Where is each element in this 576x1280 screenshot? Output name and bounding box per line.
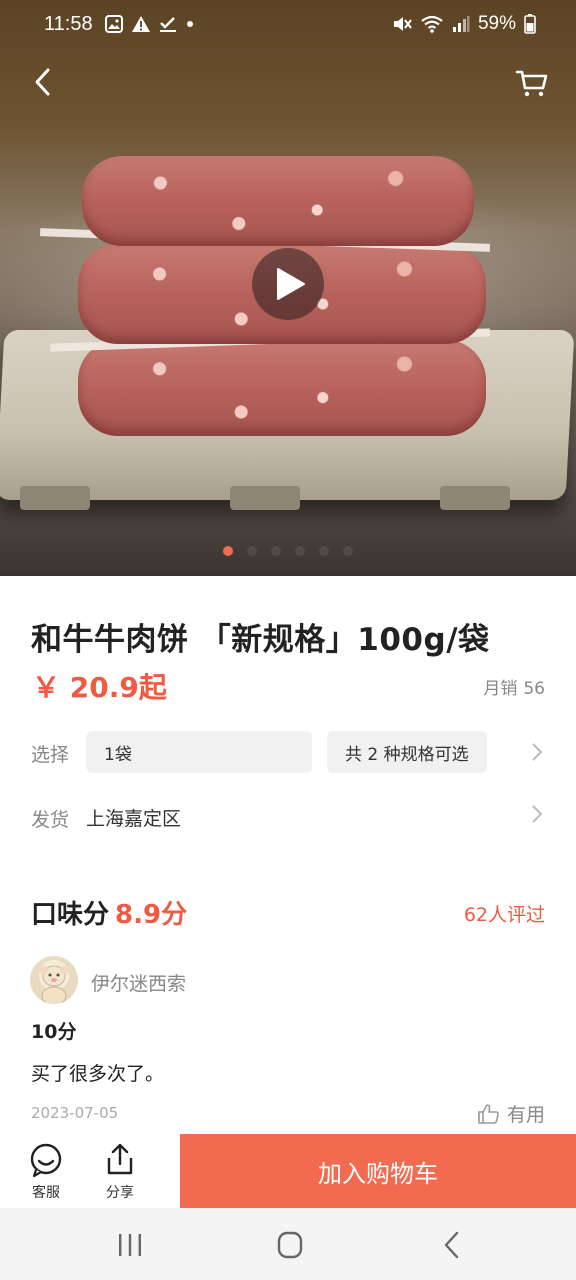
reviewer-name: 伊尔迷西索 <box>91 973 187 995</box>
system-nav-bar <box>0 1208 576 1280</box>
carousel-dot <box>271 546 281 556</box>
more-dot-icon <box>186 21 193 27</box>
play-video-button[interactable] <box>252 248 324 320</box>
plate-foot <box>440 486 510 510</box>
select-label: 选择 <box>31 744 70 766</box>
monthly-sales-value: 56 <box>523 679 545 699</box>
product-title: 和牛牛肉饼 「新规格」100g/袋 <box>31 622 490 658</box>
monthly-sales-label: 月销 <box>483 679 518 699</box>
review-score: 10分 <box>31 1021 77 1043</box>
thumbs-up-icon <box>478 1103 499 1124</box>
play-icon <box>277 268 305 300</box>
carousel-dot <box>319 546 329 556</box>
warning-icon <box>131 16 150 32</box>
carousel-dot <box>247 546 257 556</box>
plate-foot <box>230 486 300 510</box>
share-label: 分享 <box>106 1185 134 1201</box>
gallery-icon <box>104 15 123 33</box>
signal-icon <box>452 16 470 32</box>
back-nav-icon[interactable] <box>432 1228 472 1262</box>
patty-top <box>82 156 474 246</box>
ship-from-value[interactable]: 上海嘉定区 <box>86 804 181 831</box>
status-bar: 11:58 59% <box>0 0 576 48</box>
review-count-link[interactable]: 62人评过 <box>464 900 545 927</box>
chevron-right-icon[interactable] <box>530 803 544 825</box>
back-button[interactable] <box>26 62 62 102</box>
review-date: 2023-07-05 <box>31 1104 119 1122</box>
home-icon[interactable] <box>270 1228 310 1262</box>
cart-button[interactable] <box>514 62 550 102</box>
customer-service-button[interactable]: 客服 <box>16 1134 76 1208</box>
product-image[interactable] <box>0 0 576 576</box>
recent-apps-icon[interactable] <box>110 1228 150 1262</box>
useful-label: 有用 <box>506 1104 545 1126</box>
taste-score-heading: 口味分 8.9分 <box>31 894 187 931</box>
avatar[interactable] <box>30 956 78 1004</box>
wifi-icon <box>421 15 443 33</box>
plate-foot <box>20 486 90 510</box>
taste-label: 口味分 <box>31 900 110 930</box>
product-price: ￥ 20.9起 <box>32 671 167 704</box>
bottom-action-bar: 客服 分享 加入购物车 <box>0 1134 576 1208</box>
review-text: 买了很多次了。 <box>31 1063 165 1085</box>
task-done-icon <box>159 17 176 32</box>
selected-spec-chip[interactable]: 1袋 <box>86 731 312 773</box>
monthly-sales: 月销 56 <box>483 674 545 699</box>
ship-label: 发货 <box>31 809 70 831</box>
useful-button[interactable]: 有用 <box>477 1100 545 1127</box>
carousel-dot <box>295 546 305 556</box>
share-button[interactable]: 分享 <box>90 1134 150 1208</box>
shopping-cart-icon <box>515 70 548 97</box>
share-icon <box>107 1143 133 1175</box>
chevron-right-icon[interactable] <box>530 741 544 763</box>
carousel-dot <box>343 546 353 556</box>
battery-icon <box>524 14 536 34</box>
add-to-cart-button[interactable]: 加入购物车 <box>180 1134 576 1208</box>
patty-bottom <box>78 340 486 436</box>
chevron-left-icon <box>35 68 50 96</box>
status-time: 11:58 <box>44 12 93 35</box>
battery-percent: 59% <box>477 13 516 34</box>
carousel-indicator <box>0 546 576 556</box>
customer-service-icon <box>30 1143 62 1178</box>
taste-score: 8.9分 <box>115 900 188 930</box>
spec-count-chip[interactable]: 共 2 种规格可选 <box>327 731 487 773</box>
mute-icon <box>393 17 412 31</box>
carousel-dot-active <box>223 546 233 556</box>
customer-service-label: 客服 <box>32 1185 60 1201</box>
avatar-image <box>38 965 70 1004</box>
